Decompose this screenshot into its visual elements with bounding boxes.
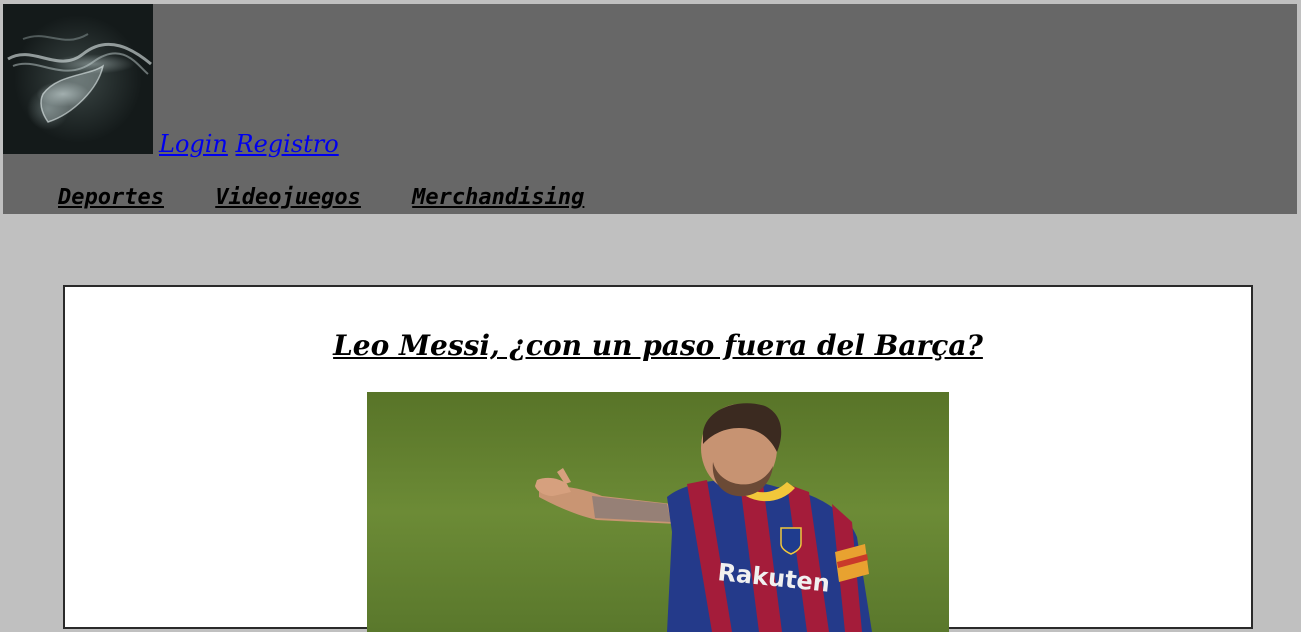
nav-item-videojuegos[interactable]: Videojuegos [215,185,361,210]
nav-item-deportes[interactable]: Deportes [58,185,164,210]
article-photo: Rakuten [367,392,949,632]
smoke-logo-icon[interactable] [3,4,153,154]
login-link[interactable]: Login [159,130,228,158]
auth-links: Login Registro [159,130,339,158]
site-header: Login Registro Deportes Videojuegos Merc… [3,4,1297,214]
main-nav: Deportes Videojuegos Merchandising [58,185,622,210]
article-card: Leo Messi, ¿con un paso fuera del Barça? [63,285,1253,632]
nav-item-merchandising[interactable]: Merchandising [412,185,584,210]
player-illustration: Rakuten [367,392,949,632]
article-title[interactable]: Leo Messi, ¿con un paso fuera del Barça? [65,329,1251,362]
register-link[interactable]: Registro [236,130,339,158]
